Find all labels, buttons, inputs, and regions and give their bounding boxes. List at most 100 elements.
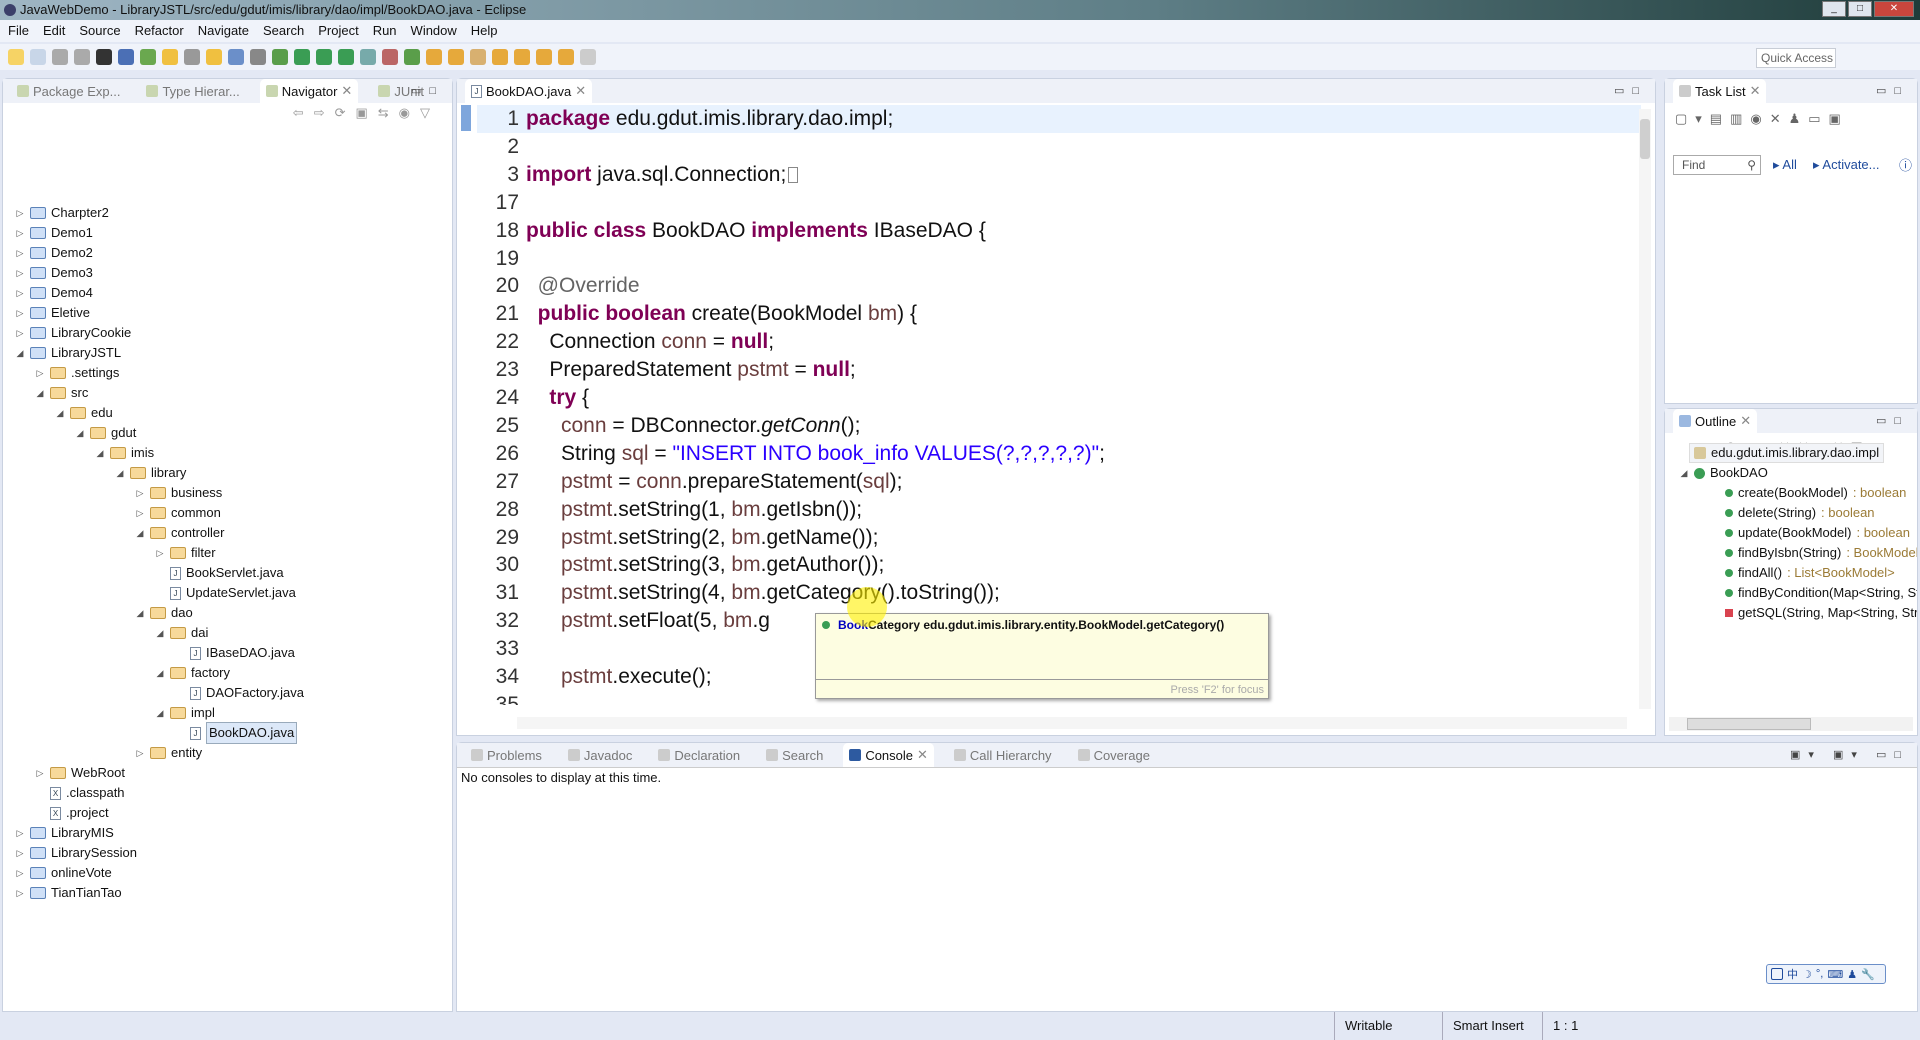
menu-source[interactable]: Source: [79, 20, 120, 42]
quick-access-input[interactable]: Quick Access: [1756, 48, 1836, 68]
outline-member[interactable]: update(BookModel) : boolean: [1725, 523, 1910, 543]
menu-refactor[interactable]: Refactor: [135, 20, 184, 42]
close-tab-icon[interactable]: ✕: [1750, 83, 1761, 99]
collapsed-arrow-icon[interactable]: ▷: [35, 763, 45, 783]
maximize-button[interactable]: □: [1848, 1, 1872, 17]
tree-item[interactable]: ◢ edu: [55, 403, 113, 423]
tab-coverage[interactable]: Coverage: [1072, 743, 1156, 767]
save-all-icon[interactable]: [74, 49, 90, 65]
tree-item[interactable]: ▷ LibrarySession: [15, 843, 137, 863]
new-file-icon[interactable]: [30, 49, 46, 65]
tree-item[interactable]: X .project: [35, 803, 109, 823]
tree-item[interactable]: ▷ Charpter2: [15, 203, 109, 223]
horizontal-scrollbar[interactable]: [517, 717, 1627, 729]
menu-file[interactable]: File: [8, 20, 29, 42]
tree-item[interactable]: ▷ Eletive: [15, 303, 91, 323]
tree-item[interactable]: ▷ LibraryCookie: [15, 323, 132, 343]
outline-member[interactable]: delete(String) : boolean: [1725, 503, 1875, 523]
expanded-arrow-icon[interactable]: ◢: [155, 703, 165, 723]
open-file-icon[interactable]: [448, 49, 464, 65]
collapsed-arrow-icon[interactable]: ▷: [15, 283, 25, 303]
outline-member[interactable]: findByIsbn(String) : BookModel: [1725, 543, 1917, 563]
annotation-icon[interactable]: [206, 49, 222, 65]
collapsed-arrow-icon[interactable]: ▷: [15, 203, 25, 223]
tree-item[interactable]: J UpdateServlet.java: [155, 583, 296, 603]
tree-item[interactable]: ◢ dao: [135, 603, 193, 623]
tree-item[interactable]: J BookDAO.java: [175, 722, 298, 744]
expanded-arrow-icon[interactable]: ◢: [55, 403, 65, 423]
collapsed-arrow-icon[interactable]: ▷: [135, 503, 145, 523]
editor-minmax-buttons[interactable]: ▭□: [1614, 84, 1647, 97]
menu-edit[interactable]: Edit: [43, 20, 65, 42]
expanded-arrow-icon[interactable]: ◢: [135, 523, 145, 543]
tree-item[interactable]: ◢ impl: [155, 703, 215, 723]
tree-item[interactable]: ▷ .settings: [35, 363, 120, 383]
tree-item[interactable]: ▷ Demo3: [15, 263, 93, 283]
collapsed-arrow-icon[interactable]: ▷: [15, 243, 25, 263]
tree-item[interactable]: ▷ LibraryMIS: [15, 823, 114, 843]
tab-search[interactable]: Search: [760, 743, 829, 767]
tree-item[interactable]: ▷ WebRoot: [35, 763, 125, 783]
prev-annotation-icon[interactable]: [514, 49, 530, 65]
help-icon[interactable]: ⓘ: [1899, 155, 1912, 174]
tree-item[interactable]: ◢ src: [35, 383, 89, 403]
outline-package[interactable]: edu.gdut.imis.library.dao.impl: [1689, 443, 1885, 463]
tree-item[interactable]: ◢ controller: [135, 523, 225, 543]
tree-item[interactable]: ◢ dai: [155, 623, 209, 643]
find-input[interactable]: Find ⚲: [1673, 155, 1761, 175]
tree-item[interactable]: ▷ onlineVote: [15, 863, 112, 883]
expanded-arrow-icon[interactable]: ◢: [15, 343, 25, 363]
format-icon[interactable]: [228, 49, 244, 65]
tab-problems[interactable]: Problems: [465, 743, 548, 767]
expanded-arrow-icon[interactable]: ◢: [75, 423, 85, 443]
folded-block-icon[interactable]: [788, 167, 799, 184]
close-tab-icon[interactable]: ✕: [575, 83, 586, 99]
tab-declaration[interactable]: Declaration: [652, 743, 746, 767]
tab-task-list[interactable]: Task List ✕: [1673, 79, 1767, 103]
collapsed-arrow-icon[interactable]: ▷: [15, 843, 25, 863]
tree-item[interactable]: ◢ factory: [155, 663, 230, 683]
menu-search[interactable]: Search: [263, 20, 304, 42]
collapsed-arrow-icon[interactable]: ▷: [15, 303, 25, 323]
tree-item[interactable]: J IBaseDAO.java: [175, 643, 295, 663]
expanded-arrow-icon[interactable]: ◢: [1679, 463, 1689, 483]
ime-toolbar[interactable]: 中 ☽ °, ⌨ ♟ 🔧: [1766, 964, 1886, 984]
collapsed-arrow-icon[interactable]: ▷: [15, 863, 25, 883]
tree-item[interactable]: ▷ Demo4: [15, 283, 93, 303]
open-folder-icon[interactable]: [426, 49, 442, 65]
new-class-icon[interactable]: [404, 49, 420, 65]
ime-button[interactable]: ⌨: [1827, 968, 1843, 981]
tree-item[interactable]: X .classpath: [35, 783, 125, 803]
menu-window[interactable]: Window: [411, 20, 457, 42]
minimize-button[interactable]: _: [1822, 1, 1846, 17]
tab-call-hierarchy[interactable]: Call Hierarchy: [948, 743, 1058, 767]
next-annotation-icon[interactable]: [492, 49, 508, 65]
expanded-arrow-icon[interactable]: ◢: [95, 443, 105, 463]
menu-navigate[interactable]: Navigate: [198, 20, 249, 42]
tree-item[interactable]: ▷ TianTianTao: [15, 883, 122, 903]
search-refs-icon[interactable]: [360, 49, 376, 65]
collapsed-arrow-icon[interactable]: ▷: [15, 323, 25, 343]
outline-horizontal-scrollbar[interactable]: [1669, 717, 1913, 731]
tree-item[interactable]: ▷ business: [135, 483, 223, 503]
tree-item[interactable]: ◢ LibraryJSTL: [15, 343, 122, 363]
run-icon[interactable]: [294, 49, 310, 65]
expanded-arrow-icon[interactable]: ◢: [35, 383, 45, 403]
tree-item[interactable]: ◢ library: [115, 463, 187, 483]
skip-breakpoints-icon[interactable]: [118, 49, 134, 65]
tree-item[interactable]: ▷ Demo2: [15, 243, 93, 263]
tab-bookdao-java[interactable]: J BookDAO.java ✕: [465, 79, 593, 103]
profile-icon[interactable]: [96, 49, 112, 65]
highlighter-icon[interactable]: [470, 49, 486, 65]
tree-item[interactable]: J DAOFactory.java: [175, 683, 304, 703]
tree-item[interactable]: ◢ gdut: [75, 423, 137, 443]
new-icon[interactable]: [8, 49, 24, 65]
ime-button[interactable]: °,: [1816, 968, 1823, 980]
tab-console[interactable]: Console ✕: [843, 743, 934, 767]
all-link[interactable]: ▸ All: [1773, 157, 1797, 173]
ime-button[interactable]: ☽: [1802, 968, 1812, 981]
close-button[interactable]: ✕: [1874, 1, 1914, 17]
collapsed-arrow-icon[interactable]: ▷: [15, 223, 25, 243]
menu-project[interactable]: Project: [318, 20, 358, 42]
debug-icon[interactable]: [272, 49, 288, 65]
